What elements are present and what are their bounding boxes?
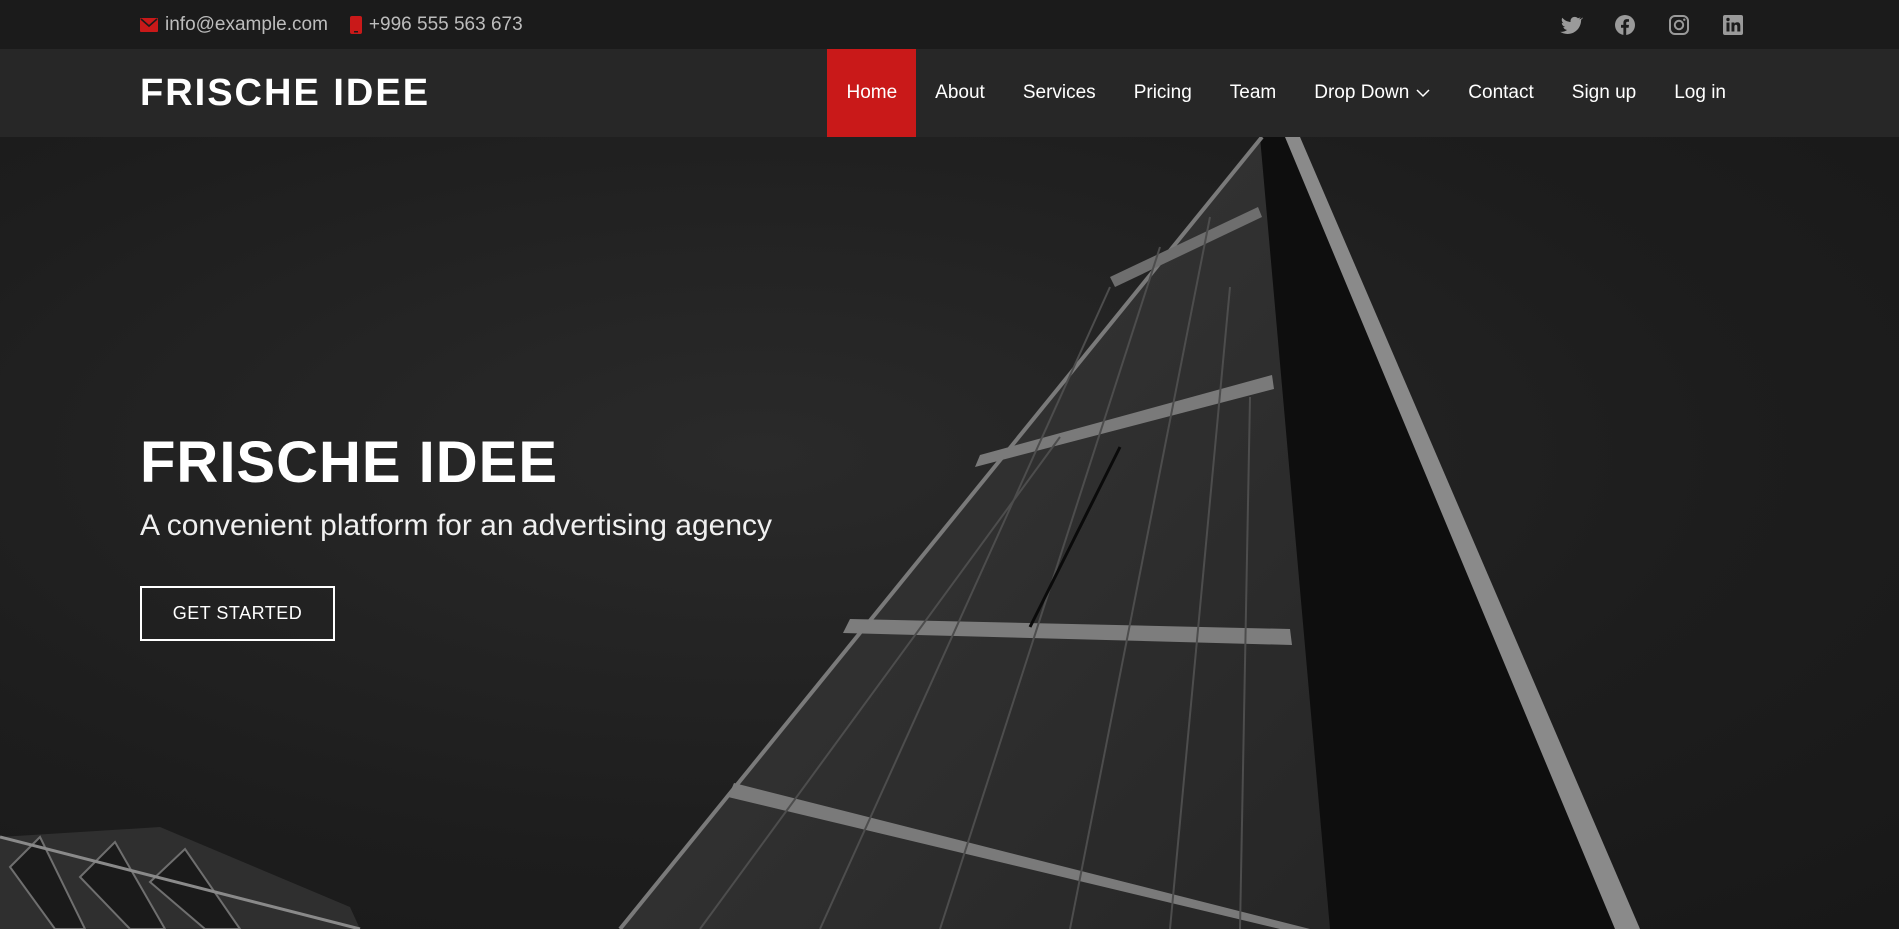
nav-item-signup[interactable]: Sign up xyxy=(1553,49,1655,137)
linkedin-icon[interactable] xyxy=(1721,13,1745,37)
phone-contact[interactable]: +996 555 563 673 xyxy=(349,14,523,36)
email-text[interactable]: info@example.com xyxy=(165,14,328,36)
email-contact[interactable]: info@example.com xyxy=(140,14,328,36)
nav-item-home[interactable]: Home xyxy=(827,49,917,137)
nav-item-services[interactable]: Services xyxy=(1004,49,1115,137)
chevron-down-icon xyxy=(1416,82,1430,104)
hero-section: FRISCHE IDEE A convenient platform for a… xyxy=(0,137,1899,929)
social-links xyxy=(1559,0,1745,49)
nav-item-dropdown-label: Drop Down xyxy=(1314,82,1410,103)
nav-item-login[interactable]: Log in xyxy=(1655,49,1745,137)
envelope-icon xyxy=(140,17,158,32)
instagram-icon[interactable] xyxy=(1667,13,1691,37)
hero-subtitle: A convenient platform for an advertising… xyxy=(140,508,773,542)
nav-item-team[interactable]: Team xyxy=(1211,49,1295,137)
phone-text[interactable]: +996 555 563 673 xyxy=(369,14,523,36)
main-nav: Home About Services Pricing Team Drop Do… xyxy=(827,49,1745,137)
site-logo[interactable]: FRISCHE IDEE xyxy=(140,49,430,137)
hero-text: FRISCHE IDEE A convenient platform for a… xyxy=(140,431,772,543)
hero-title: FRISCHE IDEE xyxy=(140,430,559,495)
get-started-button[interactable]: GET STARTED xyxy=(140,586,335,641)
nav-item-about[interactable]: About xyxy=(916,49,1004,137)
facebook-icon[interactable] xyxy=(1613,13,1637,37)
nav-item-pricing[interactable]: Pricing xyxy=(1115,49,1211,137)
nav-item-contact[interactable]: Contact xyxy=(1449,49,1552,137)
contact-info: info@example.com +996 555 563 673 xyxy=(140,0,523,49)
twitter-icon[interactable] xyxy=(1559,13,1583,37)
topbar: info@example.com +996 555 563 673 xyxy=(0,0,1899,49)
phone-icon xyxy=(349,15,362,34)
nav-item-dropdown[interactable]: Drop Down xyxy=(1295,49,1449,137)
site-header: FRISCHE IDEE Home About Services Pricing… xyxy=(0,49,1899,137)
